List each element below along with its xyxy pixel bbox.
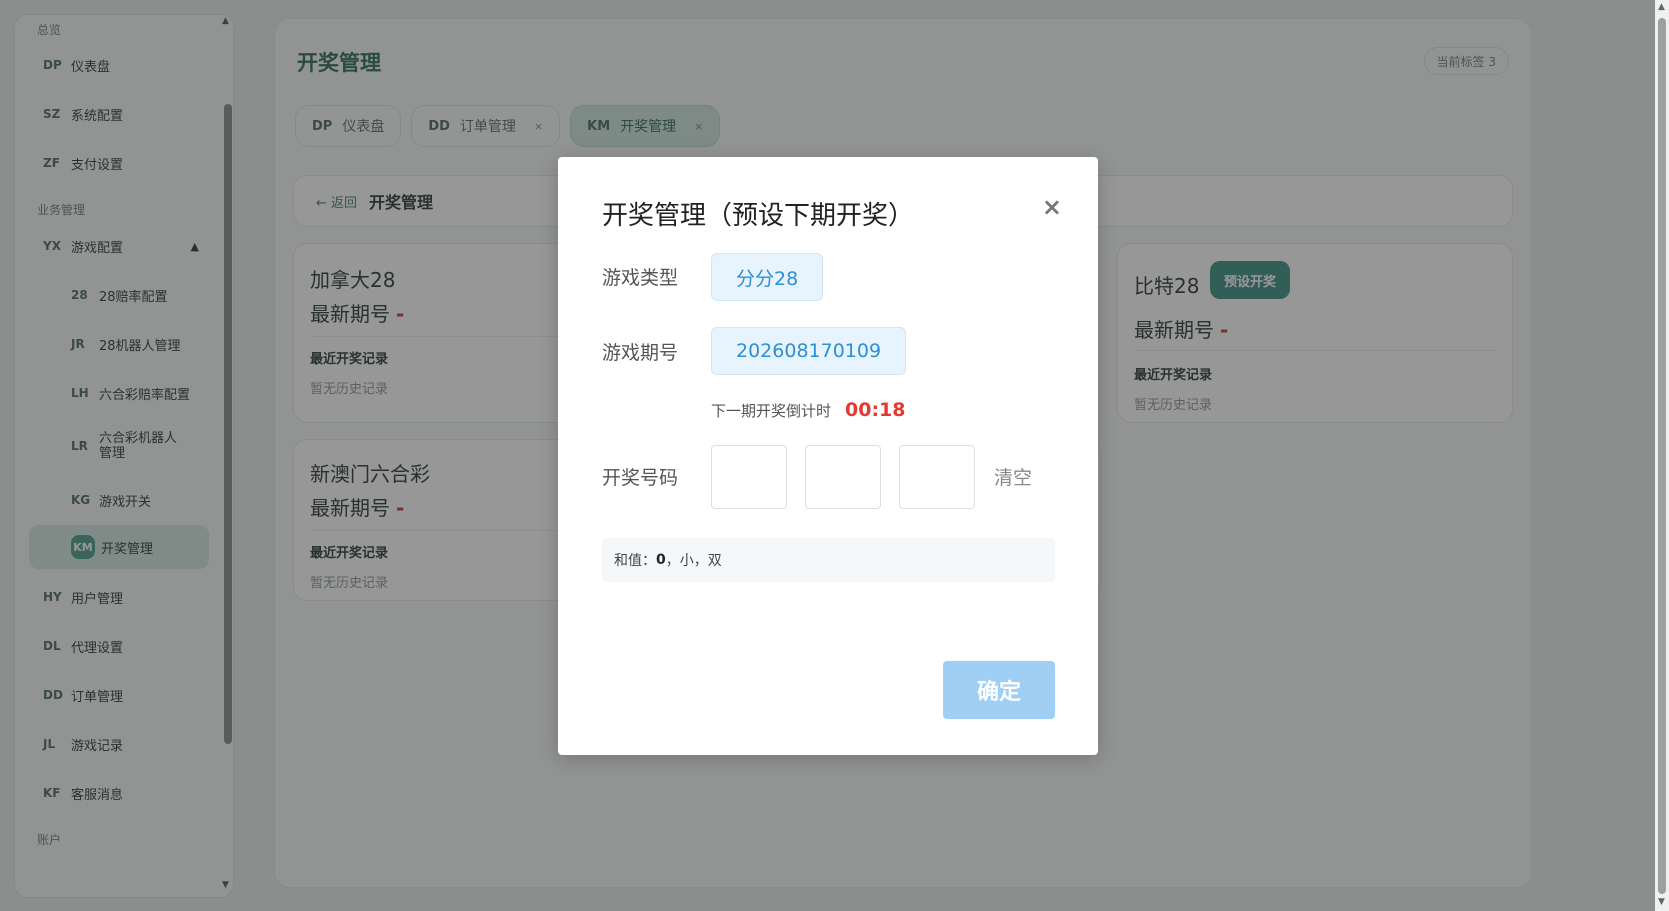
period-value: 202608170109 — [711, 327, 907, 375]
window-scrollbar[interactable]: ▲ ▼ — [1655, 0, 1669, 911]
countdown-timer: 00:18 — [845, 399, 906, 421]
period-label: 游戏期号 — [602, 342, 679, 364]
sum-result: 和值： 0 ，小，双 — [602, 538, 1055, 582]
close-icon[interactable]: × — [1042, 193, 1062, 221]
number-input-2[interactable] — [805, 445, 881, 509]
clear-button[interactable]: 清空 — [994, 463, 1032, 490]
game-type-label: 游戏类型 — [602, 267, 679, 289]
game-type-value: 分分28 — [711, 253, 824, 301]
modal-title: 开奖管理（预设下期开奖） — [602, 201, 915, 231]
scroll-up-icon[interactable]: ▲ — [1658, 2, 1665, 12]
number-input-3[interactable] — [899, 445, 975, 509]
sum-prefix: 和值： — [614, 553, 656, 569]
countdown-label: 下一期开奖倒计时 — [711, 401, 832, 420]
confirm-button[interactable]: 确定 — [943, 661, 1055, 719]
sum-value: 0 — [656, 552, 666, 568]
numbers-label: 开奖号码 — [602, 467, 679, 489]
number-input-1[interactable] — [711, 445, 787, 509]
window-scrollbar-thumb[interactable] — [1658, 18, 1666, 894]
countdown: 下一期开奖倒计时 00:18 — [711, 399, 906, 421]
scroll-down-icon[interactable]: ▼ — [1658, 897, 1665, 907]
sum-suffix: ，小，双 — [665, 553, 722, 569]
draw-preset-modal: 开奖管理（预设下期开奖） × 游戏类型 分分28 游戏期号 2026081701… — [558, 157, 1098, 755]
